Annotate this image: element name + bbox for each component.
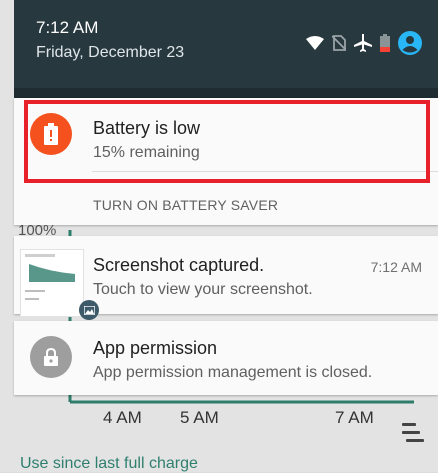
notification-title: App permission <box>93 338 218 358</box>
battery-alert-icon <box>30 113 72 155</box>
screenshot-notification[interactable]: Screenshot captured. 7:12 AM Touch to vi… <box>14 236 438 320</box>
notification-subtitle: 15% remaining <box>93 144 200 161</box>
header-shadow <box>14 88 438 98</box>
screenshot-thumbnail <box>20 249 99 320</box>
notification-header: 7:12 AM Friday, December 23 <box>14 0 438 88</box>
graph-time-label: 5 AM <box>180 408 219 427</box>
account-icon[interactable] <box>398 31 422 55</box>
app-permission-notification[interactable]: App permission App permission management… <box>14 321 438 395</box>
lock-icon <box>30 336 72 378</box>
wifi-icon <box>306 36 324 50</box>
graph-time-label: 4 AM <box>103 408 142 427</box>
menu-icon[interactable] <box>398 423 424 443</box>
notification-subtitle: App permission management is closed. <box>93 364 373 381</box>
graph-time-label: 7 AM <box>335 408 374 427</box>
battery-low-icon <box>380 34 390 52</box>
airplane-icon <box>354 34 372 52</box>
clock-date[interactable]: Friday, December 23 <box>36 44 184 62</box>
use-since-full-charge-label: Use since last full charge <box>20 455 198 472</box>
no-sim-icon <box>332 35 346 51</box>
divider <box>92 171 438 172</box>
notification-subtitle: Touch to view your screenshot. <box>93 281 313 298</box>
battery-saver-button[interactable]: TURN ON BATTERY SAVER <box>93 197 278 213</box>
clock-time: 7:12 AM <box>36 18 99 37</box>
status-icons <box>306 30 422 56</box>
image-icon <box>79 300 99 320</box>
notification-time: 7:12 AM <box>370 259 422 275</box>
notification-title: Screenshot captured. <box>93 255 265 275</box>
battery-low-notification[interactable]: Battery is low 15% remaining TURN ON BAT… <box>14 98 438 225</box>
notification-title: Battery is low <box>93 118 201 138</box>
